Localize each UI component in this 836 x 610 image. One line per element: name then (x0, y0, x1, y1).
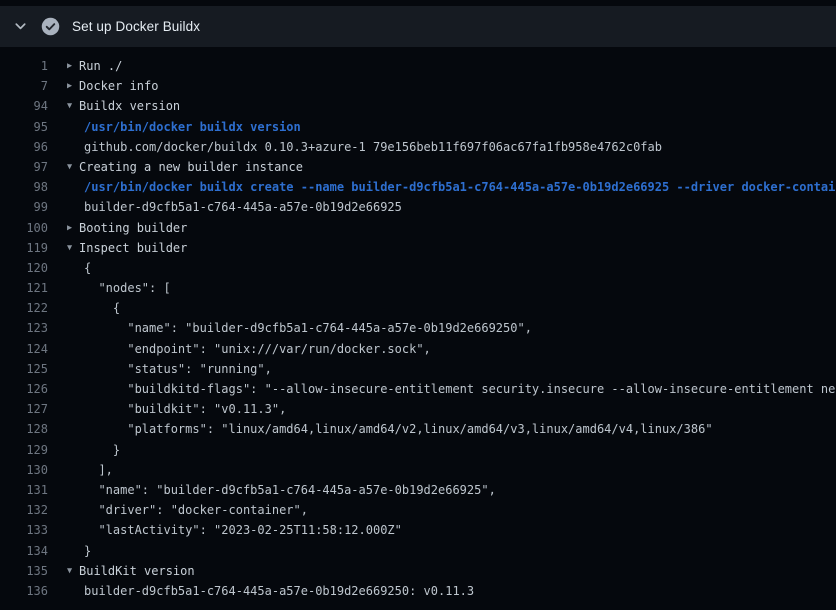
output-text: "status": "running", (84, 359, 272, 379)
output-text: ], (84, 460, 113, 480)
line-number[interactable]: 1 (0, 56, 48, 76)
log-group-title[interactable]: Inspect builder (79, 238, 187, 258)
expand-arrow-icon[interactable]: ▶ (67, 76, 79, 96)
output-text: builder-d9cfb5a1-c764-445a-a57e-0b19d2e6… (84, 581, 474, 601)
line-number[interactable]: 134 (0, 541, 48, 561)
line-number[interactable]: 133 (0, 520, 48, 540)
collapse-arrow-icon[interactable]: ▼ (67, 238, 79, 258)
line-number[interactable]: 126 (0, 379, 48, 399)
log-line: 136 builder-d9cfb5a1-c764-445a-a57e-0b19d… (0, 581, 836, 601)
log-line: 127 "buildkit": "v0.11.3", (0, 399, 836, 419)
line-number[interactable]: 120 (0, 258, 48, 278)
line-number[interactable]: 119 (0, 238, 48, 258)
log-line: 129 } (0, 440, 836, 460)
line-number[interactable]: 131 (0, 480, 48, 500)
line-number[interactable]: 125 (0, 359, 48, 379)
command-text: /usr/bin/docker buildx version (84, 117, 301, 137)
output-text: "endpoint": "unix:///var/run/docker.sock… (84, 339, 431, 359)
log-line: 126 "buildkitd-flags": "--allow-insecure… (0, 379, 836, 399)
step-header[interactable]: Set up Docker Buildx (0, 6, 836, 47)
line-number[interactable]: 98 (0, 177, 48, 197)
output-text: "name": "builder-d9cfb5a1-c764-445a-a57e… (84, 318, 532, 338)
log-line: 95/usr/bin/docker buildx version (0, 117, 836, 137)
log-group-title[interactable]: Creating a new builder instance (79, 157, 303, 177)
log-line: 99 builder-d9cfb5a1-c764-445a-a57e-0b19d2… (0, 197, 836, 217)
log-line: 100 ▶Booting builder (0, 218, 836, 238)
log-line: 131 "name": "builder-d9cfb5a1-c764-445a-… (0, 480, 836, 500)
collapse-arrow-icon[interactable]: ▼ (67, 157, 79, 177)
line-number[interactable]: 130 (0, 460, 48, 480)
line-number[interactable]: 129 (0, 440, 48, 460)
log-line: 1 ▶Run ./ (0, 56, 836, 76)
step-title: Set up Docker Buildx (72, 19, 200, 34)
output-text: } (84, 440, 120, 460)
log-line: 123 "name": "builder-d9cfb5a1-c764-445a-… (0, 318, 836, 338)
log-line: 120 { (0, 258, 836, 278)
line-number[interactable]: 97 (0, 157, 48, 177)
line-number[interactable]: 96 (0, 137, 48, 157)
log-line: 128 "platforms": "linux/amd64,linux/amd6… (0, 419, 836, 439)
output-text: "driver": "docker-container", (84, 500, 308, 520)
log-line: 94 ▼Buildx version (0, 96, 836, 116)
log-line: 121 "nodes": [ (0, 278, 836, 298)
collapse-arrow-icon[interactable]: ▼ (67, 561, 79, 581)
log-group-title[interactable]: Booting builder (79, 218, 187, 238)
log-group-title[interactable]: BuildKit version (79, 561, 195, 581)
output-text: "platforms": "linux/amd64,linux/amd64/v2… (84, 419, 713, 439)
log-line: 7 ▶Docker info (0, 76, 836, 96)
log-line: 124 "endpoint": "unix:///var/run/docker.… (0, 339, 836, 359)
log-line: 98/usr/bin/docker buildx create --name b… (0, 177, 836, 197)
command-text: /usr/bin/docker buildx create --name bui… (84, 177, 836, 197)
output-text: builder-d9cfb5a1-c764-445a-a57e-0b19d2e6… (84, 197, 402, 217)
log-line: 135 ▼BuildKit version (0, 561, 836, 581)
chevron-down-icon[interactable] (13, 19, 28, 34)
line-number[interactable]: 127 (0, 399, 48, 419)
output-text: "nodes": [ (84, 278, 171, 298)
output-text: "buildkitd-flags": "--allow-insecure-ent… (84, 379, 836, 399)
line-number[interactable]: 132 (0, 500, 48, 520)
log-line: 134} (0, 541, 836, 561)
line-number[interactable]: 124 (0, 339, 48, 359)
check-circle-icon (41, 17, 60, 36)
output-text: { (84, 298, 120, 318)
log-group-title[interactable]: Buildx version (79, 96, 180, 116)
log-line: 130 ], (0, 460, 836, 480)
log-line: 97 ▼Creating a new builder instance (0, 157, 836, 177)
output-text: { (84, 258, 91, 278)
log-lines: 1▶Run ./7▶Docker info94▼Buildx version95… (0, 47, 836, 601)
output-text: } (84, 541, 91, 561)
log-line: 125 "status": "running", (0, 359, 836, 379)
log-line: 96 github.com/docker/buildx 0.10.3+azure-… (0, 137, 836, 157)
log-line: 133 "lastActivity": "2023-02-25T11:58:12… (0, 520, 836, 540)
line-number[interactable]: 122 (0, 298, 48, 318)
log-line: 122 { (0, 298, 836, 318)
line-number[interactable]: 128 (0, 419, 48, 439)
collapse-arrow-icon[interactable]: ▼ (67, 96, 79, 116)
line-number[interactable]: 135 (0, 561, 48, 581)
log-line: 132 "driver": "docker-container", (0, 500, 836, 520)
line-number[interactable]: 100 (0, 218, 48, 238)
expand-arrow-icon[interactable]: ▶ (67, 218, 79, 238)
output-text: "buildkit": "v0.11.3", (84, 399, 286, 419)
log-line: 119 ▼Inspect builder (0, 238, 836, 258)
output-text: "lastActivity": "2023-02-25T11:58:12.000… (84, 520, 402, 540)
expand-arrow-icon[interactable]: ▶ (67, 56, 79, 76)
line-number[interactable]: 99 (0, 197, 48, 217)
line-number[interactable]: 121 (0, 278, 48, 298)
line-number[interactable]: 95 (0, 117, 48, 137)
log-group-title[interactable]: Docker info (79, 76, 158, 96)
line-number[interactable]: 94 (0, 96, 48, 116)
line-number[interactable]: 7 (0, 76, 48, 96)
line-number[interactable]: 136 (0, 581, 48, 601)
output-text: "name": "builder-d9cfb5a1-c764-445a-a57e… (84, 480, 496, 500)
output-text: github.com/docker/buildx 0.10.3+azure-1 … (84, 137, 662, 157)
line-number[interactable]: 123 (0, 318, 48, 338)
log-group-title[interactable]: Run ./ (79, 56, 122, 76)
